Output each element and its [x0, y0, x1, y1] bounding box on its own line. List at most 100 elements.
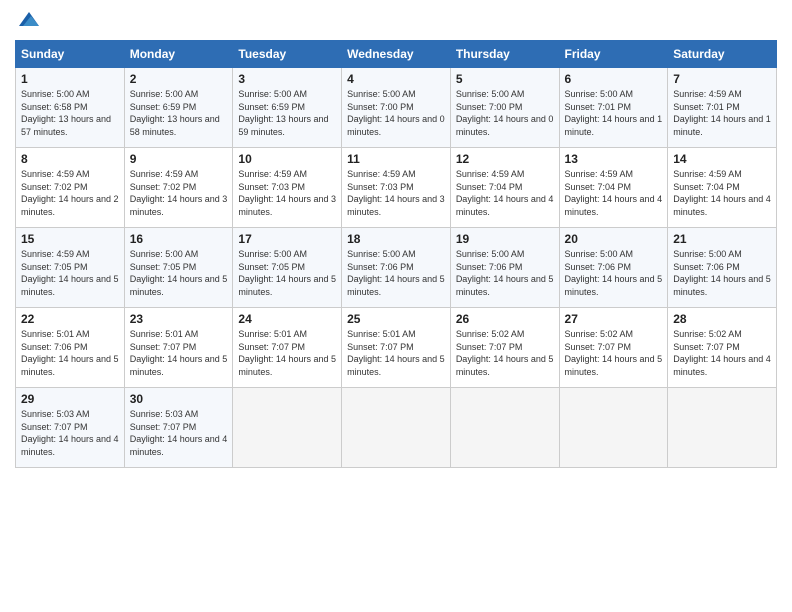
calendar-cell: 16Sunrise: 5:00 AMSunset: 7:05 PMDayligh…	[124, 228, 233, 308]
day-number: 4	[347, 72, 445, 86]
cell-details: Sunrise: 4:59 AMSunset: 7:01 PMDaylight:…	[673, 88, 771, 138]
logo	[15, 10, 41, 32]
calendar-cell: 21 Sunrise: 5:00 AMSunset: 7:06 PMDayligh…	[668, 228, 777, 308]
day-number: 14	[673, 152, 771, 166]
weekday-header-friday: Friday	[559, 41, 668, 68]
day-number: 26	[456, 312, 554, 326]
calendar-cell: 19 Sunrise: 5:00 AMSunset: 7:06 PMDayligh…	[450, 228, 559, 308]
calendar-cell: 24 Sunrise: 5:01 AMSunset: 7:07 PMDayligh…	[233, 308, 342, 388]
calendar-cell	[559, 388, 668, 468]
cell-details: Sunrise: 5:00 AMSunset: 7:05 PMDaylight:…	[130, 248, 228, 298]
calendar-cell: 10 Sunrise: 4:59 AMSunset: 7:03 PMDayligh…	[233, 148, 342, 228]
logo-text	[15, 10, 41, 32]
weekday-header-monday: Monday	[124, 41, 233, 68]
weekday-header-tuesday: Tuesday	[233, 41, 342, 68]
day-number: 19	[456, 232, 554, 246]
day-number: 25	[347, 312, 445, 326]
weekday-header-saturday: Saturday	[668, 41, 777, 68]
calendar-cell: 12Sunrise: 4:59 AMSunset: 7:04 PMDayligh…	[450, 148, 559, 228]
day-number: 20	[565, 232, 663, 246]
cell-details: Sunrise: 4:59 AMSunset: 7:02 PMDaylight:…	[130, 168, 228, 218]
calendar-cell	[450, 388, 559, 468]
day-number: 9	[130, 152, 228, 166]
page-header	[15, 10, 777, 32]
calendar-cell: 23 Sunrise: 5:01 AMSunset: 7:07 PMDayligh…	[124, 308, 233, 388]
cell-details: Sunrise: 5:03 AMSunset: 7:07 PMDaylight:…	[21, 408, 119, 458]
day-number: 18	[347, 232, 445, 246]
cell-details: Sunrise: 4:59 AMSunset: 7:02 PMDaylight:…	[21, 168, 119, 218]
day-number: 11	[347, 152, 445, 166]
cell-details: Sunrise: 5:00 AMSunset: 7:06 PMDaylight:…	[673, 248, 771, 298]
day-number: 2	[130, 72, 228, 86]
calendar-cell: 7 Sunrise: 4:59 AMSunset: 7:01 PMDaylight…	[668, 68, 777, 148]
calendar-cell: 15 Sunrise: 4:59 AMSunset: 7:05 PMDayligh…	[16, 228, 125, 308]
day-number: 10	[238, 152, 336, 166]
calendar-cell: 6Sunrise: 5:00 AMSunset: 7:01 PMDaylight…	[559, 68, 668, 148]
day-number: 24	[238, 312, 336, 326]
calendar-week-row: 15 Sunrise: 4:59 AMSunset: 7:05 PMDayligh…	[16, 228, 777, 308]
logo-icon	[17, 8, 41, 32]
calendar-cell	[233, 388, 342, 468]
day-number: 23	[130, 312, 228, 326]
calendar-cell: 18 Sunrise: 5:00 AMSunset: 7:06 PMDayligh…	[342, 228, 451, 308]
cell-details: Sunrise: 5:00 AMSunset: 6:58 PMDaylight:…	[21, 88, 119, 138]
calendar-cell: 17Sunrise: 5:00 AMSunset: 7:05 PMDayligh…	[233, 228, 342, 308]
cell-details: Sunrise: 4:59 AMSunset: 7:03 PMDaylight:…	[238, 168, 336, 218]
cell-details: Sunrise: 5:01 AMSunset: 7:06 PMDaylight:…	[21, 328, 119, 378]
calendar-cell: 28Sunrise: 5:02 AMSunset: 7:07 PMDayligh…	[668, 308, 777, 388]
calendar-cell: 5 Sunrise: 5:00 AMSunset: 7:00 PMDaylight…	[450, 68, 559, 148]
calendar-week-row: 8 Sunrise: 4:59 AMSunset: 7:02 PMDaylight…	[16, 148, 777, 228]
cell-details: Sunrise: 5:00 AMSunset: 6:59 PMDaylight:…	[130, 88, 228, 138]
day-number: 5	[456, 72, 554, 86]
calendar-cell: 11 Sunrise: 4:59 AMSunset: 7:03 PMDayligh…	[342, 148, 451, 228]
calendar-cell: 9 Sunrise: 4:59 AMSunset: 7:02 PMDaylight…	[124, 148, 233, 228]
cell-details: Sunrise: 5:02 AMSunset: 7:07 PMDaylight:…	[565, 328, 663, 378]
cell-details: Sunrise: 4:59 AMSunset: 7:04 PMDaylight:…	[565, 168, 663, 218]
cell-details: Sunrise: 5:00 AMSunset: 7:06 PMDaylight:…	[347, 248, 445, 298]
cell-details: Sunrise: 5:03 AMSunset: 7:07 PMDaylight:…	[130, 408, 228, 458]
calendar-week-row: 29 Sunrise: 5:03 AMSunset: 7:07 PMDayligh…	[16, 388, 777, 468]
calendar-cell: 2 Sunrise: 5:00 AMSunset: 6:59 PMDaylight…	[124, 68, 233, 148]
day-number: 1	[21, 72, 119, 86]
day-number: 21	[673, 232, 771, 246]
calendar-cell: 29 Sunrise: 5:03 AMSunset: 7:07 PMDayligh…	[16, 388, 125, 468]
day-number: 22	[21, 312, 119, 326]
cell-details: Sunrise: 5:01 AMSunset: 7:07 PMDaylight:…	[347, 328, 445, 378]
calendar-cell: 13 Sunrise: 4:59 AMSunset: 7:04 PMDayligh…	[559, 148, 668, 228]
cell-details: Sunrise: 5:00 AMSunset: 7:06 PMDaylight:…	[456, 248, 554, 298]
calendar-cell: 8 Sunrise: 4:59 AMSunset: 7:02 PMDaylight…	[16, 148, 125, 228]
calendar-table: SundayMondayTuesdayWednesdayThursdayFrid…	[15, 40, 777, 468]
day-number: 8	[21, 152, 119, 166]
calendar-cell: 3 Sunrise: 5:00 AMSunset: 6:59 PMDaylight…	[233, 68, 342, 148]
cell-details: Sunrise: 5:01 AMSunset: 7:07 PMDaylight:…	[238, 328, 336, 378]
calendar-cell: 22 Sunrise: 5:01 AMSunset: 7:06 PMDayligh…	[16, 308, 125, 388]
cell-details: Sunrise: 5:00 AMSunset: 7:06 PMDaylight:…	[565, 248, 663, 298]
calendar-cell: 27 Sunrise: 5:02 AMSunset: 7:07 PMDayligh…	[559, 308, 668, 388]
weekday-header-row: SundayMondayTuesdayWednesdayThursdayFrid…	[16, 41, 777, 68]
cell-details: Sunrise: 4:59 AMSunset: 7:04 PMDaylight:…	[673, 168, 771, 218]
cell-details: Sunrise: 4:59 AMSunset: 7:05 PMDaylight:…	[21, 248, 119, 298]
day-number: 27	[565, 312, 663, 326]
day-number: 3	[238, 72, 336, 86]
cell-details: Sunrise: 5:01 AMSunset: 7:07 PMDaylight:…	[130, 328, 228, 378]
cell-details: Sunrise: 5:00 AMSunset: 7:00 PMDaylight:…	[456, 88, 554, 138]
cell-details: Sunrise: 5:00 AMSunset: 7:05 PMDaylight:…	[238, 248, 336, 298]
calendar-week-row: 1 Sunrise: 5:00 AMSunset: 6:58 PMDaylight…	[16, 68, 777, 148]
calendar-cell: 1 Sunrise: 5:00 AMSunset: 6:58 PMDaylight…	[16, 68, 125, 148]
day-number: 30	[130, 392, 228, 406]
day-number: 29	[21, 392, 119, 406]
cell-details: Sunrise: 5:00 AMSunset: 6:59 PMDaylight:…	[238, 88, 336, 138]
cell-details: Sunrise: 4:59 AMSunset: 7:03 PMDaylight:…	[347, 168, 445, 218]
calendar-cell: 20 Sunrise: 5:00 AMSunset: 7:06 PMDayligh…	[559, 228, 668, 308]
calendar-cell: 26 Sunrise: 5:02 AMSunset: 7:07 PMDayligh…	[450, 308, 559, 388]
calendar-week-row: 22 Sunrise: 5:01 AMSunset: 7:06 PMDayligh…	[16, 308, 777, 388]
calendar-page: SundayMondayTuesdayWednesdayThursdayFrid…	[0, 0, 792, 612]
day-number: 13	[565, 152, 663, 166]
cell-details: Sunrise: 5:00 AMSunset: 7:01 PMDaylight:…	[565, 88, 663, 138]
day-number: 28	[673, 312, 771, 326]
day-number: 7	[673, 72, 771, 86]
day-number: 15	[21, 232, 119, 246]
cell-details: Sunrise: 5:02 AMSunset: 7:07 PMDaylight:…	[456, 328, 554, 378]
calendar-cell: 14 Sunrise: 4:59 AMSunset: 7:04 PMDayligh…	[668, 148, 777, 228]
calendar-cell	[668, 388, 777, 468]
